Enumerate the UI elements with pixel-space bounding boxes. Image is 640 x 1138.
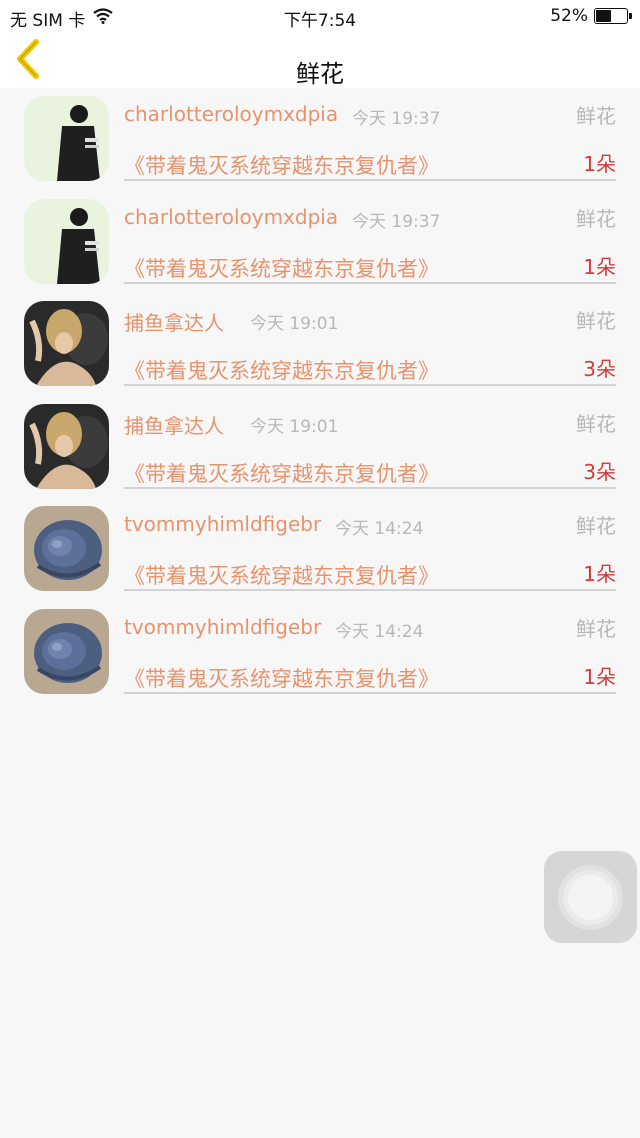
row-divider	[124, 384, 616, 387]
gift-type: 鲜花	[576, 411, 616, 436]
row-divider	[124, 589, 616, 592]
gift-type: 鲜花	[576, 514, 616, 539]
timestamp: 今天 19:37	[352, 109, 441, 129]
battery-percent: 52%	[550, 6, 588, 26]
username: charlotteroloymxdpia	[124, 102, 339, 126]
timestamp: 今天 14:24	[335, 621, 424, 642]
list-item[interactable]: charlotteroloymxdpia 今天 19:37 鲜花 《带着鬼灭系统…	[0, 193, 640, 296]
gift-type: 鲜花	[576, 104, 616, 128]
list-item[interactable]: 捕鱼拿达人 今天 19:01 鲜花 《带着鬼灭系统穿越东京复仇者》 3朵	[0, 295, 640, 398]
row-divider	[124, 281, 616, 284]
list-item[interactable]: tvommyhimldfigebr 今天 14:24 鲜花 《带着鬼灭系统穿越东…	[0, 500, 640, 603]
flower-count: 1朵	[583, 562, 616, 587]
username: charlotteroloymxdpia	[124, 204, 339, 229]
avatar[interactable]	[24, 198, 109, 284]
gift-type: 鲜花	[576, 309, 616, 334]
status-bar: 无 SIM 卡 下午7:54 52%	[0, 0, 640, 32]
book-title[interactable]: 《带着鬼灭系统穿越东京复仇者》	[124, 458, 439, 488]
page-title: 鲜花	[296, 60, 344, 88]
flower-gift-list: charlotteroloymxdpia 今天 19:37 鲜花 《带着鬼灭系统…	[0, 90, 640, 706]
timestamp: 今天 19:01	[250, 314, 339, 335]
row-divider	[124, 691, 616, 694]
book-title[interactable]: 《带着鬼灭系统穿越东京复仇者》	[124, 150, 439, 180]
flower-count: 1朵	[583, 254, 616, 279]
book-title[interactable]: 《带着鬼灭系统穿越东京复仇者》	[124, 560, 439, 590]
status-time: 下午7:54	[283, 11, 357, 31]
flower-count: 3朵	[583, 459, 616, 484]
battery-icon	[594, 8, 632, 24]
flower-count: 3朵	[583, 357, 616, 382]
status-right: 52%	[550, 6, 632, 26]
flower-count: 1朵	[583, 664, 616, 689]
username: tvommyhimldfigebr	[124, 512, 322, 537]
username: 捕鱼拿达人	[124, 413, 224, 438]
book-title[interactable]: 《带着鬼灭系统穿越东京复仇者》	[124, 253, 439, 283]
avatar[interactable]	[24, 403, 109, 489]
avatar[interactable]	[24, 506, 109, 592]
row-divider	[124, 179, 616, 181]
assistive-touch-center	[568, 875, 613, 920]
timestamp: 今天 14:24	[335, 519, 424, 540]
gift-type: 鲜花	[576, 206, 616, 231]
avatar[interactable]	[24, 96, 109, 181]
battery-level	[596, 10, 612, 22]
username: tvommyhimldfigebr	[124, 614, 322, 639]
list-item[interactable]: tvommyhimldfigebr 今天 14:24 鲜花 《带着鬼灭系统穿越东…	[0, 603, 640, 706]
assistive-touch-button[interactable]	[544, 851, 637, 943]
timestamp: 今天 19:37	[352, 211, 441, 232]
nav-bar: 鲜花	[0, 32, 640, 88]
gift-type: 鲜花	[576, 616, 616, 641]
avatar[interactable]	[24, 301, 109, 387]
timestamp: 今天 19:01	[250, 416, 339, 437]
row-divider	[124, 486, 616, 489]
list-item[interactable]: charlotteroloymxdpia 今天 19:37 鲜花 《带着鬼灭系统…	[0, 90, 640, 193]
flower-count: 1朵	[583, 152, 616, 176]
list-item[interactable]: 捕鱼拿达人 今天 19:01 鲜花 《带着鬼灭系统穿越东京复仇者》 3朵	[0, 398, 640, 501]
avatar[interactable]	[24, 608, 109, 694]
username: 捕鱼拿达人	[124, 311, 224, 336]
book-title[interactable]: 《带着鬼灭系统穿越东京复仇者》	[124, 355, 439, 385]
book-title[interactable]: 《带着鬼灭系统穿越东京复仇者》	[124, 663, 439, 693]
